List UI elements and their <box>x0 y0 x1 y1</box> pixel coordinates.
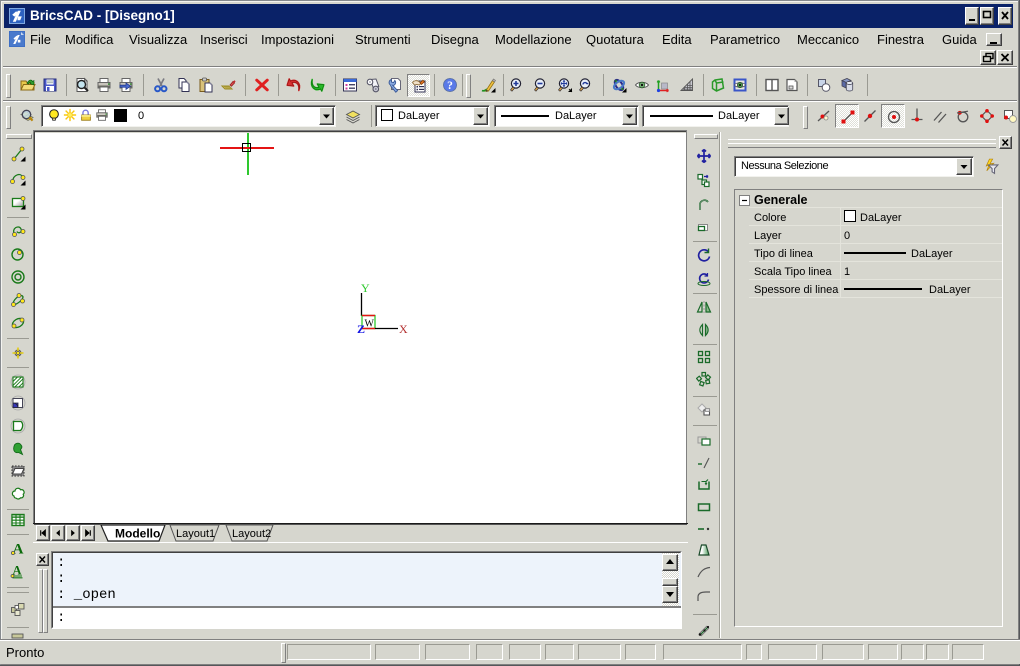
svg-text:Layout2: Layout2 <box>232 528 271 540</box>
svg-text:W: W <box>365 319 375 330</box>
svg-text:Z: Z <box>357 322 365 335</box>
svg-text:Layout1: Layout1 <box>176 528 215 540</box>
svg-text:Y: Y <box>361 281 370 295</box>
svg-text:Modello: Modello <box>115 527 160 541</box>
svg-text:X: X <box>399 322 408 335</box>
svg-text:?: ? <box>447 80 453 92</box>
